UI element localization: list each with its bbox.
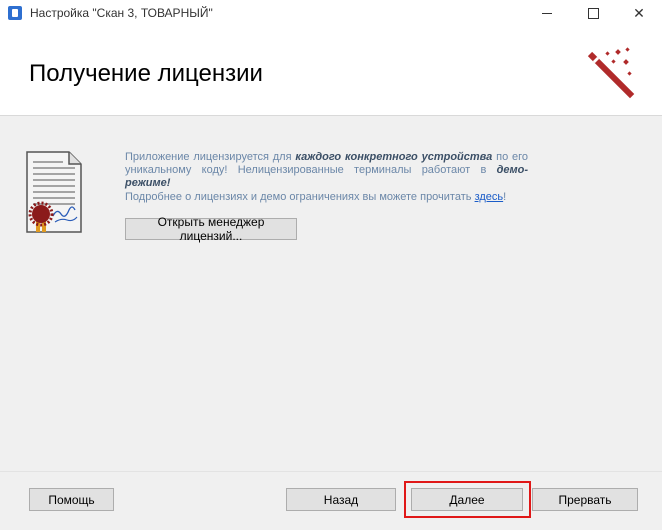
- details-link[interactable]: здесь: [475, 191, 504, 203]
- title-bar: Настройка "Скан 3, ТОВАРНЫЙ" ✕: [0, 0, 662, 27]
- close-button[interactable]: ✕: [616, 0, 662, 27]
- magic-wand-icon: [587, 47, 635, 99]
- help-button[interactable]: Помощь: [29, 488, 114, 511]
- license-certificate-icon: [26, 151, 82, 233]
- license-info-text: Приложение лицензируется для каждого кон…: [125, 151, 528, 204]
- page-title: Получение лицензии: [29, 60, 263, 87]
- bold-each-device: каждого конкретного устройства: [295, 151, 493, 163]
- magic-wand-icon-shape: [587, 47, 635, 99]
- window-title: Настройка "Скан 3, ТОВАРНЫЙ": [30, 6, 213, 20]
- back-button[interactable]: Назад: [286, 488, 396, 511]
- abort-button[interactable]: Прервать: [532, 488, 638, 511]
- next-button[interactable]: Далее: [411, 488, 523, 511]
- license-details-paragraph: Подробнее о лицензиях и демо ограничения…: [125, 191, 507, 203]
- maximize-icon: [587, 8, 599, 19]
- open-license-manager-button[interactable]: Открыть менеджер лицензий...: [125, 215, 297, 243]
- minimize-icon: [542, 13, 552, 14]
- license-info-paragraph: Приложение лицензируется для каждого кон…: [125, 151, 529, 189]
- minimize-button[interactable]: [524, 0, 570, 27]
- footer-separator: [0, 471, 662, 472]
- app-icon: [8, 6, 22, 20]
- wizard-header: Получение лицензии: [0, 27, 662, 116]
- close-icon: ✕: [633, 5, 645, 21]
- maximize-button[interactable]: [570, 0, 616, 27]
